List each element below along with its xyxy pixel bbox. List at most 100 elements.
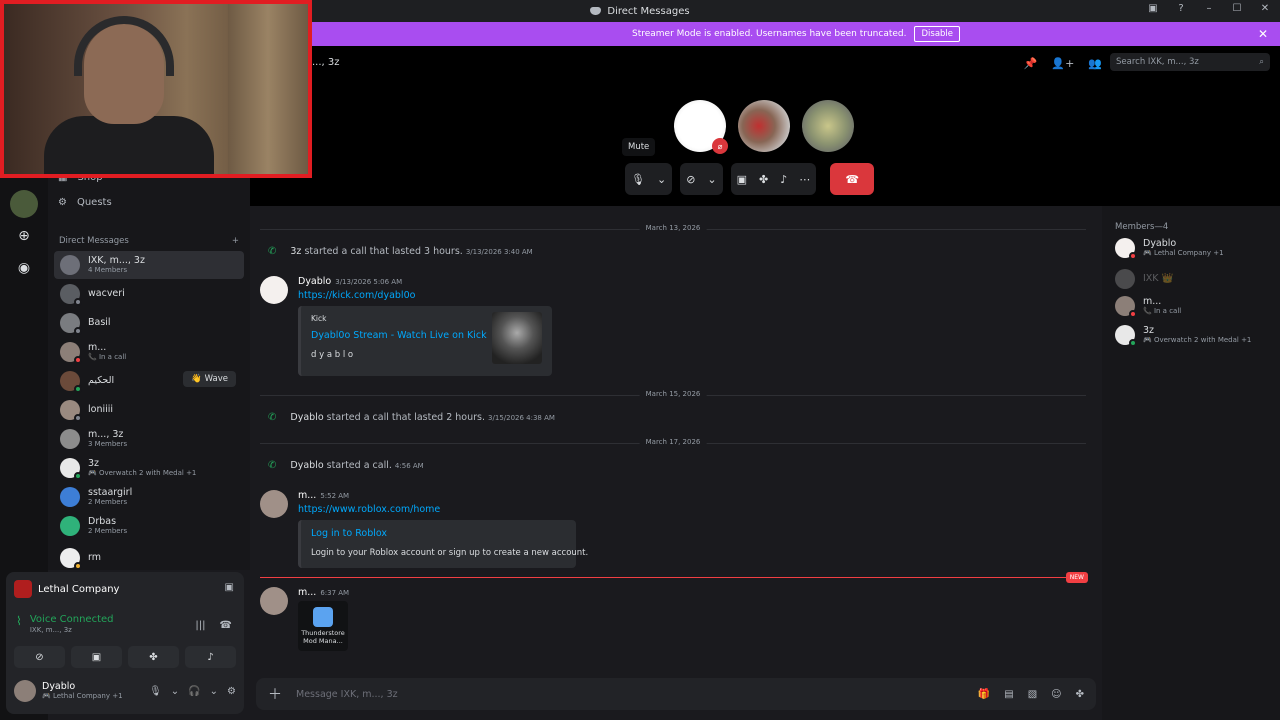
- apps-icon[interactable]: ✤: [1076, 689, 1084, 700]
- gif-icon[interactable]: ▤: [1004, 689, 1013, 700]
- wave-button[interactable]: 👋 Wave: [183, 371, 236, 387]
- message-link[interactable]: https://www.roblox.com/home: [298, 504, 440, 515]
- message-input[interactable]: Message IXK, m..., 3z: [296, 689, 398, 700]
- pin-icon[interactable]: 📌: [1024, 57, 1038, 70]
- inbox-icon[interactable]: ▣: [1146, 3, 1160, 14]
- activity-row[interactable]: Lethal Company: [14, 580, 119, 598]
- chevron-down-icon[interactable]: ⌄: [210, 686, 218, 697]
- new-messages-line: [260, 577, 1082, 578]
- chevron-down-icon[interactable]: ⌄: [171, 686, 179, 697]
- dm-item[interactable]: m... 📞 In a call: [54, 338, 244, 366]
- chevron-down-icon[interactable]: ⌄: [657, 173, 666, 186]
- date-divider: March 15, 2026: [260, 390, 1086, 398]
- mic-group: 🎙 ⌄: [625, 163, 673, 195]
- dm-item[interactable]: m..., 3z 3 Members: [54, 425, 244, 453]
- quests-link[interactable]: ⚙ Quests: [58, 197, 112, 208]
- call-title: ..., 3z: [312, 57, 340, 68]
- phone-icon: ✆: [268, 246, 277, 257]
- message-author[interactable]: m...: [298, 490, 316, 501]
- dm-item[interactable]: rm: [54, 544, 244, 572]
- muted-icon: ⌀: [712, 138, 728, 154]
- upload-icon[interactable]: ＋: [268, 684, 282, 704]
- mute-button[interactable]: 🎙: [631, 173, 645, 186]
- headphones-icon: [74, 16, 174, 76]
- message-author[interactable]: Dyablo: [298, 276, 331, 287]
- member-item[interactable]: IXK 👑: [1115, 269, 1173, 289]
- phone-icon: ✆: [268, 460, 277, 471]
- minimize-button[interactable]: –: [1202, 3, 1216, 14]
- avatar: [1115, 269, 1135, 289]
- game-icon: [14, 580, 32, 598]
- avatar: [60, 548, 82, 570]
- close-window-button[interactable]: ✕: [1258, 3, 1272, 14]
- discover-icon[interactable]: ◉: [10, 254, 38, 282]
- call-system-message: ✆ 3z started a call that lasted 3 hours.…: [268, 246, 533, 257]
- headphones-icon[interactable]: 🎧: [188, 686, 200, 697]
- dm-item[interactable]: sstaargirl 2 Members: [54, 483, 244, 511]
- dm-item[interactable]: الحكيم 👋 Wave: [54, 367, 244, 395]
- more-button[interactable]: ⋯: [799, 173, 810, 186]
- message-link[interactable]: https://kick.com/dyabl0o: [298, 290, 415, 301]
- members-header: Members—4: [1115, 222, 1169, 232]
- dm-item[interactable]: Drbas 2 Members: [54, 512, 244, 540]
- avatar[interactable]: ⌀: [674, 100, 728, 154]
- camera-off-button[interactable]: ⊘: [686, 173, 695, 186]
- noise-suppression-icon[interactable]: |||: [195, 620, 205, 631]
- activity-share-icon[interactable]: ▣: [225, 582, 234, 593]
- avatar: [60, 284, 82, 306]
- member-list: Members—4 Dyablo 🎮 Lethal Company +1 IXK …: [1102, 206, 1280, 720]
- emoji-icon[interactable]: ☺: [1051, 689, 1061, 700]
- maximize-button[interactable]: ☐: [1230, 3, 1244, 14]
- dm-item[interactable]: wacveri: [54, 280, 244, 308]
- embed-title[interactable]: Dyabl0o Stream - Watch Live on Kick: [311, 330, 487, 341]
- member-item[interactable]: Dyablo 🎮 Lethal Company +1: [1115, 238, 1224, 260]
- app-attachment[interactable]: Thunderstore Mod Mana...: [298, 601, 348, 651]
- server-icon[interactable]: [10, 190, 38, 218]
- new-badge: NEW: [1065, 572, 1088, 583]
- close-icon[interactable]: ✕: [1258, 27, 1268, 41]
- members-icon[interactable]: 👥: [1088, 57, 1102, 70]
- avatar[interactable]: [260, 490, 288, 518]
- message-author[interactable]: m...: [298, 587, 316, 598]
- embed-thumbnail[interactable]: [492, 312, 542, 364]
- help-icon[interactable]: ?: [1174, 3, 1188, 14]
- member-item[interactable]: 3z 🎮 Overwatch 2 with Medal +1: [1115, 325, 1251, 347]
- avatar[interactable]: [738, 100, 790, 152]
- chevron-down-icon[interactable]: ⌄: [707, 173, 716, 186]
- dm-item[interactable]: 3z 🎮 Overwatch 2 with Medal +1: [54, 454, 244, 482]
- dm-item[interactable]: loniiii: [54, 396, 244, 424]
- webcam-overlay: [0, 0, 312, 178]
- disable-streamer-button[interactable]: Disable: [914, 26, 961, 42]
- screen-share-button[interactable]: ▣: [737, 173, 747, 186]
- message-composer[interactable]: ＋ Message IXK, m..., 3z 🎁 ▤ ▧ ☺ ✤: [256, 678, 1096, 710]
- avatar[interactable]: [260, 587, 288, 615]
- settings-icon[interactable]: ⚙: [227, 686, 236, 697]
- disconnect-icon[interactable]: ☎: [220, 620, 232, 631]
- microphone-icon[interactable]: 🎙: [149, 686, 162, 697]
- member-item[interactable]: m... 📞 In a call: [1115, 296, 1181, 318]
- embed-title[interactable]: Log in to Roblox: [311, 528, 387, 539]
- sticker-icon[interactable]: ▧: [1028, 689, 1037, 700]
- avatar[interactable]: [260, 276, 288, 304]
- camera-off-button[interactable]: ⊘: [14, 646, 65, 668]
- soundboard-button[interactable]: ♪: [185, 646, 236, 668]
- add-server-icon[interactable]: ⊕: [10, 222, 38, 250]
- soundboard-button[interactable]: ♪: [780, 173, 787, 186]
- call-controls: 🎙 ⌄ ⊘ ⌄ ▣ ✤ ♪ ⋯ ☎: [625, 163, 875, 195]
- screen-share-button[interactable]: ▣: [71, 646, 122, 668]
- dm-item[interactable]: Basil: [54, 309, 244, 337]
- avatar: [60, 342, 82, 364]
- search-input[interactable]: Search IXK, m..., 3z ⌕: [1110, 53, 1270, 71]
- create-dm-icon[interactable]: +: [232, 236, 239, 246]
- avatar: [60, 458, 82, 480]
- link-embed: Log in to Roblox Login to your Roblox ac…: [298, 520, 588, 568]
- activities-button[interactable]: ✤: [128, 646, 179, 668]
- avatar[interactable]: [802, 100, 854, 152]
- avatar[interactable]: [14, 680, 36, 702]
- end-call-button[interactable]: ☎: [830, 163, 875, 195]
- activities-button[interactable]: ✤: [759, 173, 768, 186]
- avatar: [1115, 296, 1137, 318]
- gift-icon[interactable]: 🎁: [978, 689, 990, 700]
- dm-item[interactable]: IXK, m..., 3z 4 Members: [54, 251, 244, 279]
- add-friend-icon[interactable]: 👤+: [1051, 57, 1074, 70]
